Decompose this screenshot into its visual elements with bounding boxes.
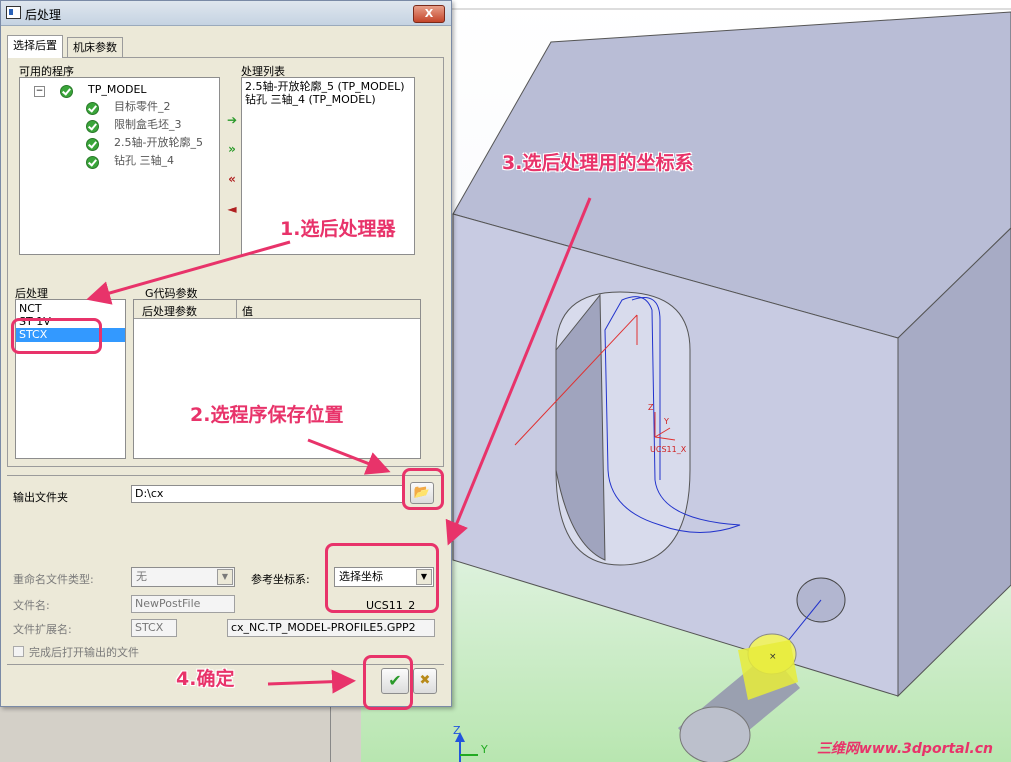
- tab-select-post[interactable]: 选择后置: [7, 35, 63, 58]
- annotation-step3: 3.选后处理用的坐标系: [502, 152, 694, 174]
- annotation-arrows: [86, 197, 592, 694]
- annotation-step4: 4.确定: [176, 668, 235, 690]
- annotation-step2: 2.选程序保存位置: [190, 404, 344, 426]
- watermark: 三维网www.3dportal.cn: [816, 741, 993, 757]
- annotation-step1: 1.选后处理器: [280, 218, 396, 240]
